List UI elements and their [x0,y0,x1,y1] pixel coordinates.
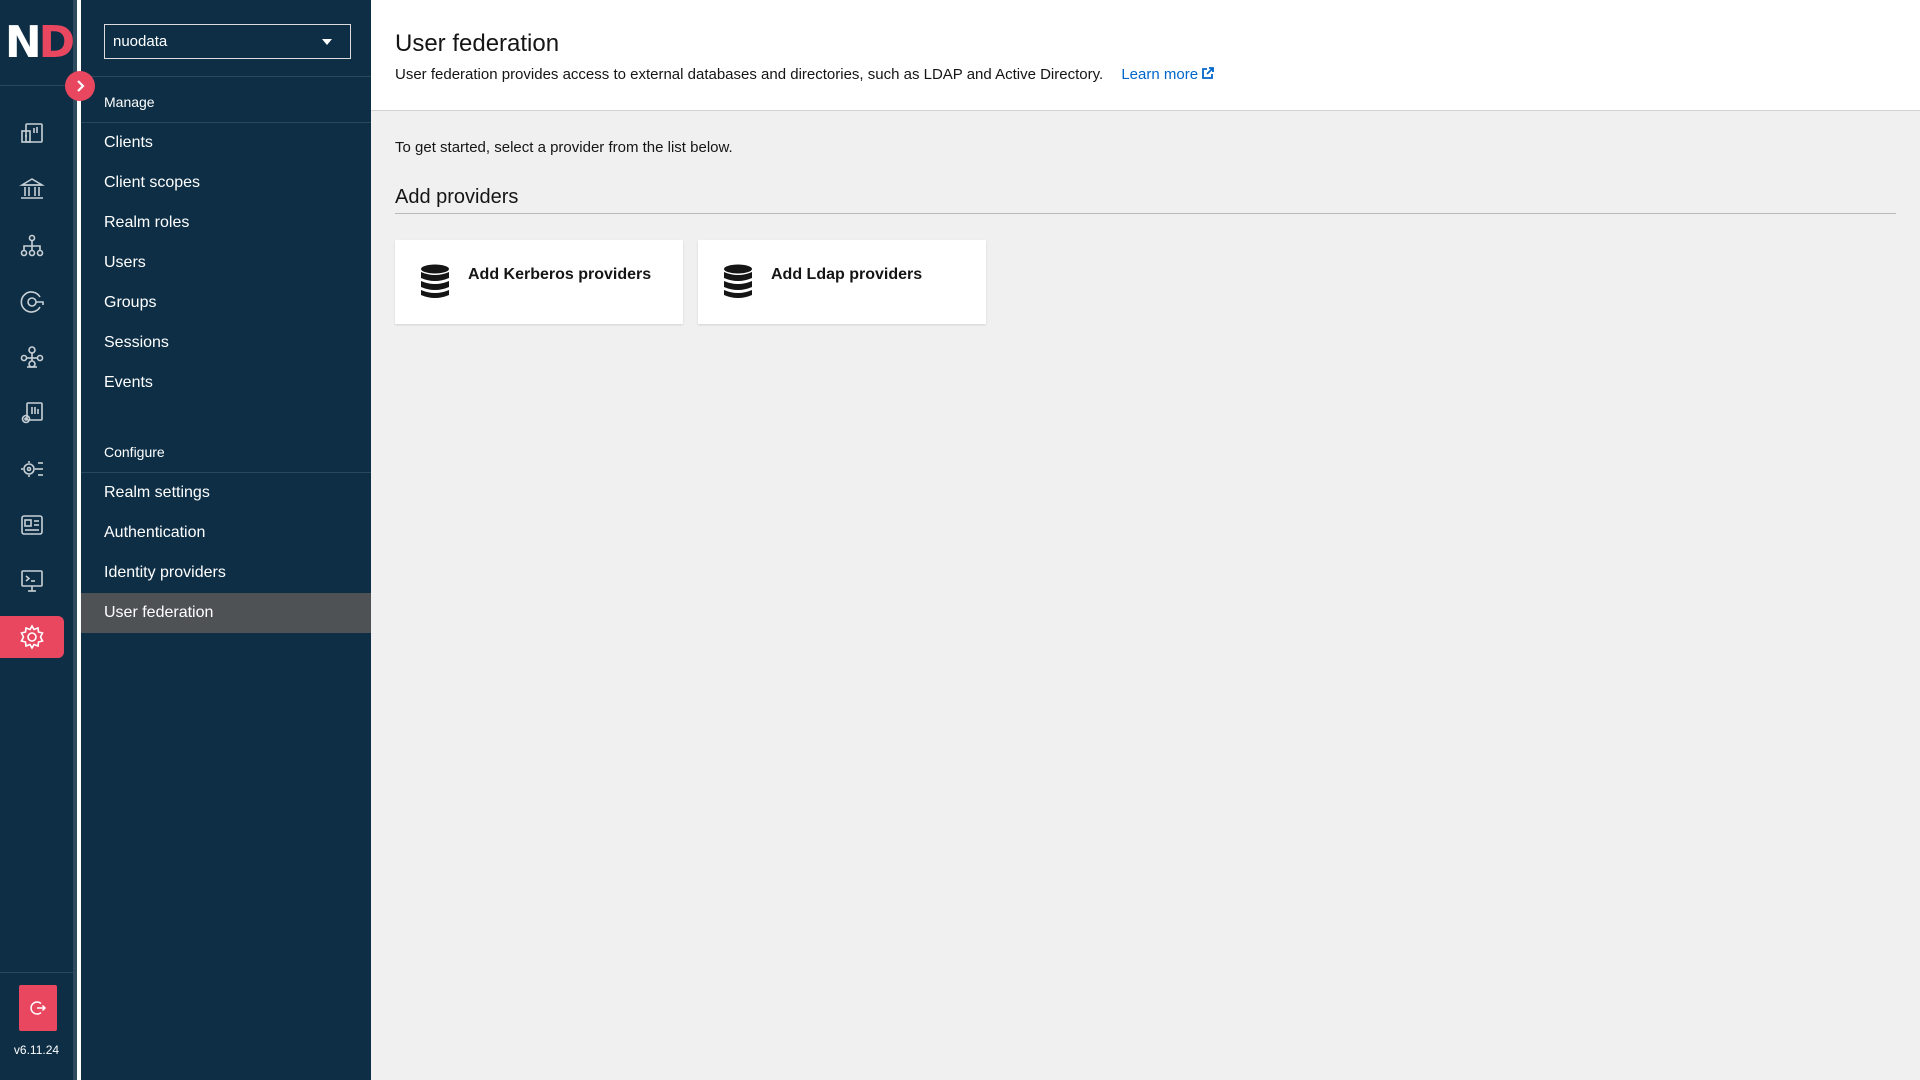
rail-access-button[interactable] [0,281,64,323]
learn-more-link[interactable]: Learn more [1121,66,1215,83]
hierarchy-icon [20,234,44,257]
nav-section-configure: Configure [104,444,165,460]
rail-integration-button[interactable] [0,448,64,490]
rail-footer: v6.11.24 [0,972,73,1080]
logo-letter-n: N [4,17,42,68]
app-root: ND v6.11.24 nuodata Manage Clients Clien… [0,0,1920,1080]
logo-letter-d: D [38,17,75,68]
id-card-icon [21,515,43,535]
app-version: v6.11.24 [13,1043,60,1057]
add-kerberos-providers-card[interactable]: Add Kerberos providers [395,240,683,324]
logout-icon [30,1001,47,1015]
intro-text: To get started, select a provider from t… [395,139,733,156]
nav-item-client-scopes[interactable]: Client scopes [81,163,371,203]
add-ldap-providers-label: Add Ldap providers [771,266,923,283]
providers-divider [395,213,1896,214]
external-link-icon [1202,67,1214,79]
console-icon [21,570,43,592]
nav-panel: nuodata Manage Clients Client scopes Rea… [81,0,371,1080]
nav-item-identity-providers[interactable]: Identity providers [81,553,371,593]
nav-item-user-federation[interactable]: User federation [81,593,371,633]
network-icon [20,346,44,368]
access-icon [20,291,44,313]
integration-icon [21,461,43,477]
dashboard-icon [21,123,43,143]
nav-item-events[interactable]: Events [81,363,371,403]
add-kerberos-providers-label: Add Kerberos providers [468,266,652,283]
page-description-text: User federation provides access to exter… [395,66,1104,83]
nav-section-manage: Manage [104,94,155,110]
learn-more-label: Learn more [1121,66,1199,83]
rail-reports-button[interactable] [0,392,64,434]
page-title: User federation [395,30,560,57]
chevron-right-icon [77,80,85,92]
database-icon [724,264,752,298]
nd-logo[interactable]: ND [0,0,77,86]
database-icon [421,264,449,298]
nav-item-clients[interactable]: Clients [81,123,371,163]
page-header: User federation User federation provides… [371,0,1920,111]
rail-bank-button[interactable] [0,168,64,210]
rail-console-button[interactable] [0,560,64,602]
nav-item-authentication[interactable]: Authentication [81,513,371,553]
rail-dashboard-button[interactable] [0,112,64,154]
rail-network-button[interactable] [0,336,64,378]
rail-hierarchy-button[interactable] [0,225,64,267]
nav-item-realm-settings[interactable]: Realm settings [81,473,371,513]
main-content: User federation User federation provides… [371,0,1920,1080]
page-description: User federation provides access to exter… [395,66,1215,83]
nav-item-groups[interactable]: Groups [81,283,371,323]
rail-settings-button[interactable] [0,616,64,658]
sidebar-collapse-toggle[interactable] [65,71,95,101]
realm-selector-value: nuodata [113,33,168,50]
nav-divider [81,76,371,77]
nav-item-realm-roles[interactable]: Realm roles [81,203,371,243]
nav-item-users[interactable]: Users [81,243,371,283]
providers-heading: Add providers [395,186,519,208]
realm-selector[interactable]: nuodata [104,24,351,59]
add-ldap-providers-card[interactable]: Add Ldap providers [698,240,986,324]
caret-down-icon [322,39,332,45]
reports-settings-icon [21,402,43,424]
rail-id-card-button[interactable] [0,504,64,546]
nav-item-sessions[interactable]: Sessions [81,323,371,363]
bank-icon [19,178,45,199]
gear-icon [20,624,44,650]
logout-button[interactable] [19,985,57,1031]
icon-rail: ND v6.11.24 [0,0,77,1080]
